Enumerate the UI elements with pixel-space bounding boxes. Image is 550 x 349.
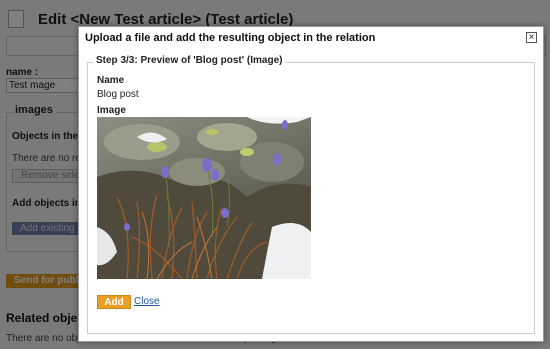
add-button[interactable]: Add — [97, 295, 131, 309]
image-preview — [97, 117, 311, 279]
dialog-header: Upload a file and add the resulting obje… — [79, 27, 543, 49]
dialog-title: Upload a file and add the resulting obje… — [85, 32, 376, 44]
name-label: Name — [97, 75, 125, 86]
close-link[interactable]: Close — [134, 295, 160, 309]
image-label: Image — [97, 105, 126, 116]
upload-dialog: Upload a file and add the resulting obje… — [78, 26, 544, 342]
name-value: Blog post — [97, 89, 139, 100]
step-legend: Step 3/3: Preview of 'Blog post' (Image) — [93, 55, 286, 66]
photo-flowers-icon — [97, 117, 311, 279]
close-icon[interactable]: × — [526, 32, 537, 43]
